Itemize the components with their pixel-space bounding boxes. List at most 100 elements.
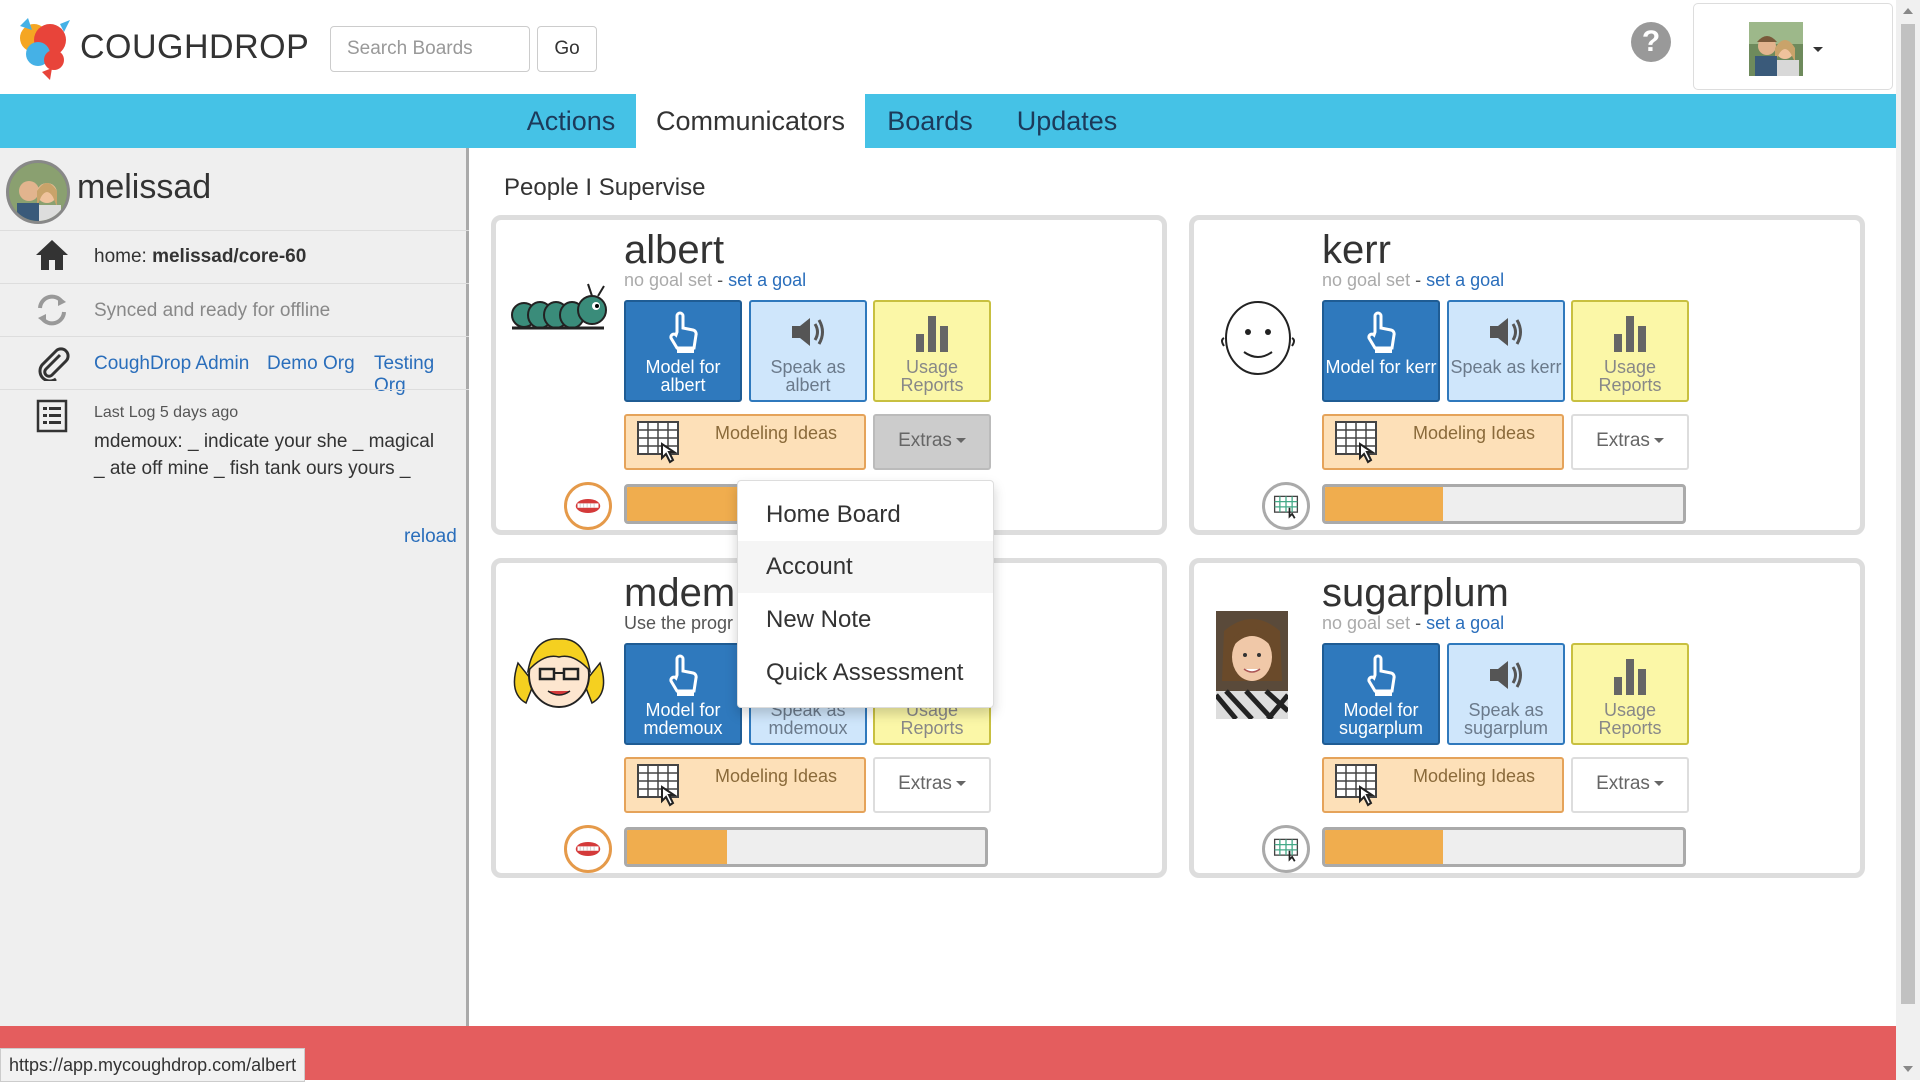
- sidebar-username[interactable]: melissad: [77, 168, 211, 207]
- menu-item-quick-assessment[interactable]: Quick Assessment: [738, 647, 993, 699]
- progress-bar: [624, 827, 988, 867]
- model-button-label: Model for albert: [645, 357, 721, 395]
- smiley-avatar[interactable]: [1202, 280, 1312, 390]
- bar-chart-icon: [916, 316, 948, 352]
- progress-fill: [1325, 830, 1444, 864]
- scroll-down-icon[interactable]: [1903, 1066, 1913, 1072]
- model-button-label: Model for sugarplum: [1338, 700, 1424, 738]
- menu-item-account[interactable]: Account: [738, 541, 993, 593]
- set-goal-link[interactable]: set a goal: [1426, 270, 1504, 290]
- usage-reports-label: Usage Reports: [1598, 700, 1662, 738]
- set-goal-link[interactable]: set a goal: [728, 270, 806, 290]
- card-name[interactable]: kerr: [1322, 228, 1391, 273]
- hand-pointer-icon: [669, 654, 698, 696]
- model-button[interactable]: Model for sugarplum: [1322, 643, 1440, 745]
- progress-bar: [1322, 827, 1686, 867]
- search-boards-input[interactable]: [330, 26, 530, 72]
- sync-icon: [38, 294, 66, 326]
- sidebar-orgs-row: CoughDrop Admin Demo Org Testing Org: [0, 336, 469, 396]
- home-board-name[interactable]: melissad/core-60: [152, 246, 306, 267]
- menu-item-new-note[interactable]: New Note: [738, 594, 993, 646]
- scroll-up-icon[interactable]: [1903, 8, 1913, 14]
- page-scrollbar[interactable]: [1896, 0, 1920, 1080]
- chevron-down-icon: [955, 438, 966, 444]
- grid-badge-icon[interactable]: [1262, 482, 1310, 530]
- home-icon: [36, 240, 68, 270]
- sugarplum-photo-avatar[interactable]: [1216, 611, 1288, 719]
- scroll-thumb[interactable]: [1901, 24, 1915, 1004]
- model-button[interactable]: Model for mdemoux: [624, 643, 742, 745]
- usage-reports-button[interactable]: Usage Reports: [1571, 643, 1689, 745]
- goal-line: no goal set - set a goal: [624, 270, 807, 290]
- extras-dropdown-button[interactable]: Extras: [1571, 414, 1689, 470]
- sidebar-home-row[interactable]: home: melissad/core-60: [0, 230, 469, 284]
- board-grid-icon: [1335, 421, 1377, 464]
- modeling-ideas-label: Modeling Ideas: [1412, 766, 1536, 786]
- modeling-ideas-button[interactable]: Modeling Ideas: [624, 757, 866, 813]
- user-avatar: [1749, 22, 1803, 76]
- card-name[interactable]: albert: [624, 228, 724, 273]
- caterpillar-avatar[interactable]: [504, 270, 614, 380]
- bar-chart-icon: [1614, 316, 1646, 352]
- hand-pointer-icon: [1367, 654, 1396, 696]
- speak-as-button[interactable]: Speak as kerr: [1447, 300, 1565, 402]
- tab-communicators[interactable]: Communicators: [636, 94, 865, 148]
- user-menu-button[interactable]: [1693, 3, 1893, 90]
- speak-as-button-label: Speak as albert: [770, 357, 846, 395]
- sync-status: Synced and ready for offline: [94, 300, 331, 321]
- card-name[interactable]: sugarplum: [1322, 571, 1509, 616]
- board-grid-icon: [637, 421, 679, 464]
- reload-link[interactable]: reload: [404, 526, 457, 548]
- sidebar-last-log-row[interactable]: Last Log 5 days ago mdemoux: _ indicate …: [0, 389, 469, 502]
- coughdrop-logo[interactable]: [12, 12, 76, 82]
- communicator-card-sugarplum: sugarplum no goal set - set a goal Model…: [1189, 558, 1865, 878]
- grid-badge-icon[interactable]: [1262, 825, 1310, 873]
- sidebar-avatar[interactable]: [6, 160, 70, 224]
- card-name[interactable]: mdem: [624, 571, 735, 616]
- user-menu-caret-icon: [1813, 47, 1823, 52]
- tab-boards[interactable]: Boards: [865, 94, 995, 148]
- extras-dropdown-button[interactable]: Extras: [1571, 757, 1689, 813]
- sidebar: melissad home: melissad/core-60 Synced a…: [0, 148, 469, 1026]
- org-link-coughdrop-admin[interactable]: CoughDrop Admin: [94, 353, 249, 375]
- menu-item-home-board[interactable]: Home Board: [738, 489, 993, 541]
- chevron-down-icon: [955, 781, 966, 787]
- lips-icon[interactable]: [564, 825, 612, 873]
- usage-reports-button[interactable]: Usage Reports: [1571, 300, 1689, 402]
- extras-dropdown-button[interactable]: Extras: [873, 757, 991, 813]
- speaker-icon: [1490, 318, 1522, 346]
- brand-name[interactable]: COUGHDROP: [80, 28, 309, 67]
- tab-updates[interactable]: Updates: [995, 94, 1139, 148]
- speaker-icon: [1490, 661, 1522, 689]
- goal-line: no goal set - set a goal: [1322, 270, 1505, 290]
- chevron-down-icon: [1653, 438, 1664, 444]
- extras-dropdown-menu: Home Board Account New Note Quick Assess…: [737, 480, 994, 708]
- goal-line: Use the progr: [624, 613, 734, 633]
- speak-as-button[interactable]: Speak as albert: [749, 300, 867, 402]
- modeling-ideas-button[interactable]: Modeling Ideas: [1322, 757, 1564, 813]
- model-button[interactable]: Model for kerr: [1322, 300, 1440, 402]
- last-log-text: mdemoux: _ indicate your she _ magical _…: [94, 431, 435, 479]
- chevron-down-icon: [1653, 781, 1664, 787]
- girl-avatar[interactable]: [504, 623, 614, 733]
- board-grid-icon: [1335, 764, 1377, 807]
- usage-reports-button[interactable]: Usage Reports: [873, 300, 991, 402]
- search-go-button[interactable]: Go: [537, 26, 597, 72]
- help-icon[interactable]: ?: [1631, 22, 1671, 62]
- lips-icon[interactable]: [564, 482, 612, 530]
- model-button-label: Model for kerr: [1325, 357, 1437, 377]
- modeling-ideas-button[interactable]: Modeling Ideas: [624, 414, 866, 470]
- home-board-label[interactable]: home: melissad/core-60: [94, 246, 306, 268]
- set-goal-link[interactable]: set a goal: [1426, 613, 1504, 633]
- progress-fill: [1325, 487, 1444, 521]
- tab-actions[interactable]: Actions: [506, 94, 636, 148]
- model-button[interactable]: Model for albert: [624, 300, 742, 402]
- board-grid-icon: [637, 764, 679, 807]
- modeling-ideas-label: Modeling Ideas: [1412, 423, 1536, 443]
- modeling-ideas-button[interactable]: Modeling Ideas: [1322, 414, 1564, 470]
- org-link-demo-org[interactable]: Demo Org: [267, 353, 355, 375]
- hand-pointer-icon: [1367, 311, 1396, 353]
- top-header: COUGHDROP Go ?: [0, 0, 1896, 94]
- extras-dropdown-button[interactable]: Extras: [873, 414, 991, 470]
- speak-as-button[interactable]: Speak as sugarplum: [1447, 643, 1565, 745]
